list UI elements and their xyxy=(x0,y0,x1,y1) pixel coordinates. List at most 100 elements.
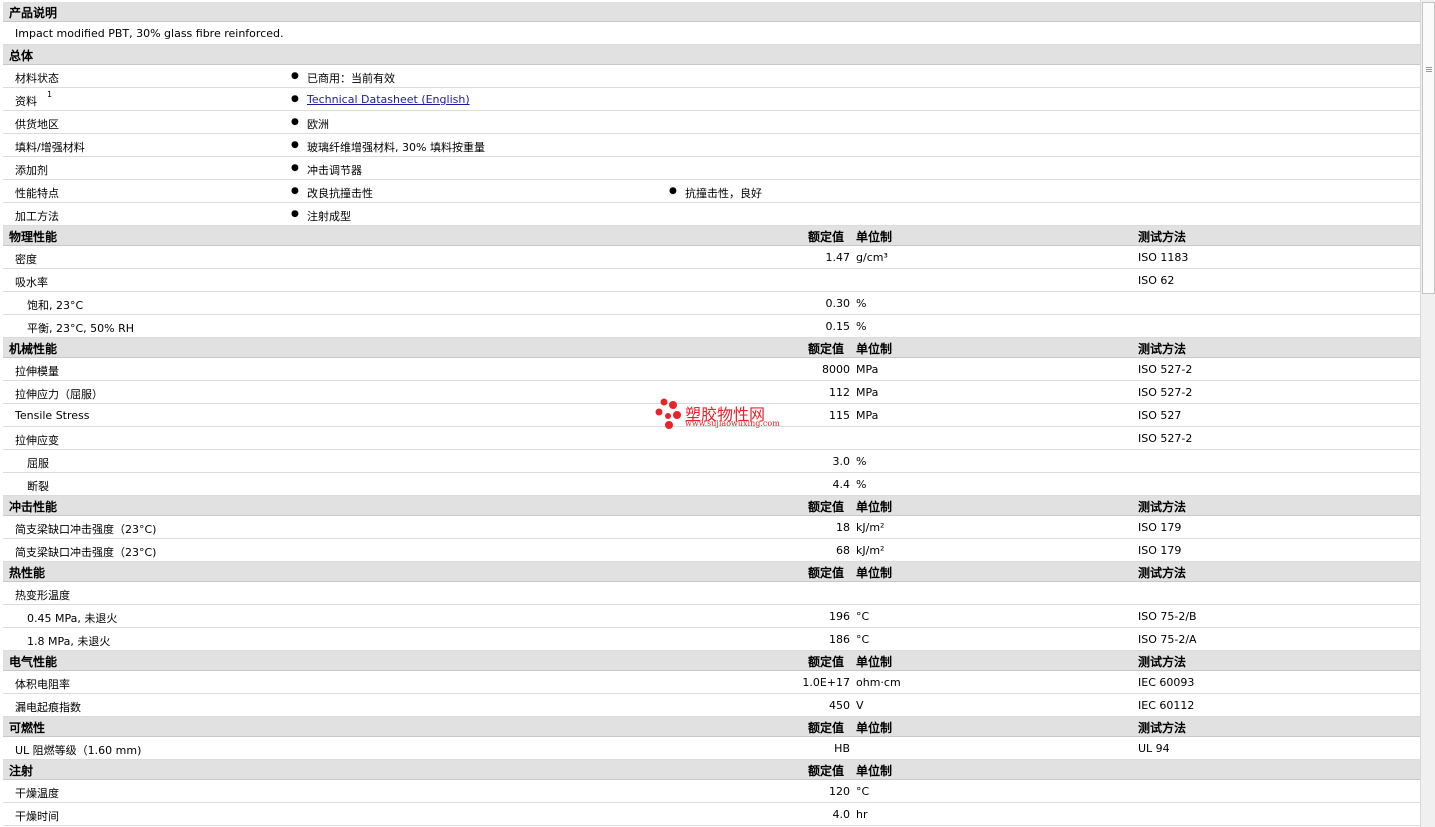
test-method: ISO 179 xyxy=(1138,521,1182,534)
section-title: 电气性能 xyxy=(9,655,58,669)
property-value: 1.0E+17 xyxy=(802,676,850,689)
test-method: UL 94 xyxy=(1138,742,1170,755)
property-name: 添加剂 xyxy=(15,164,48,177)
general-row: 添加剂 ● 冲击调节器 xyxy=(3,157,1421,180)
bullet-icon: ● xyxy=(291,163,299,173)
test-method: ISO 527-2 xyxy=(1138,432,1193,445)
property-name: 漏电起痕指数 xyxy=(15,701,81,714)
watermark-logo-icon xyxy=(655,398,681,429)
grip-line xyxy=(1426,71,1432,72)
column-header-value: 额定值 xyxy=(808,566,845,580)
property-name: 0.45 MPa, 未退火 xyxy=(27,612,118,625)
column-header-unit: 单位制 xyxy=(856,230,893,244)
property-value: 玻璃纤维增强材料, 30% 填料按重量 xyxy=(307,141,485,154)
test-method: ISO 527-2 xyxy=(1138,386,1193,399)
test-method: ISO 527-2 xyxy=(1138,363,1193,376)
general-row: 供货地区 ● 欧洲 xyxy=(3,111,1421,134)
column-header-unit: 单位制 xyxy=(856,721,893,735)
column-header-value: 额定值 xyxy=(808,721,845,735)
property-name: 加工方法 xyxy=(15,210,59,223)
section-header: 热性能 额定值 单位制 测试方法 xyxy=(3,562,1421,582)
property-unit: % xyxy=(856,320,867,333)
section-title: 热性能 xyxy=(9,566,46,580)
property-name: 体积电阻率 xyxy=(15,678,70,691)
property-name: 吸水率 xyxy=(15,276,48,289)
bullet-icon: ● xyxy=(669,186,677,196)
bullet-icon: ● xyxy=(291,94,299,104)
property-unit: % xyxy=(856,297,867,310)
property-sections: 物理性能 额定值 单位制 测试方法 密度 1.47 g/cm³ ISO 1183 吸水率 ISO … xyxy=(3,226,1421,826)
property-value: 4.0 xyxy=(832,808,851,821)
scrollbar-thumb[interactable] xyxy=(1422,2,1435,294)
property-row: 断裂 4.4% xyxy=(3,473,1421,496)
column-header-value: 额定值 xyxy=(808,230,845,244)
column-header-test: 测试方法 xyxy=(1138,342,1187,356)
property-row: 0.45 MPa, 未退火 196 °C ISO 75-2/B xyxy=(3,605,1421,628)
property-name: 供货地区 xyxy=(15,118,59,131)
property-row: 吸水率 ISO 62 xyxy=(3,269,1421,292)
property-name: 填料/增强材料 xyxy=(15,141,85,154)
column-header-value: 额定值 xyxy=(808,500,845,514)
property-name: 屈服 xyxy=(27,457,49,470)
section-header-description: 产品说明 xyxy=(3,2,1421,22)
property-name: 饱和, 23°C xyxy=(27,299,84,312)
property-row: 1.8 MPa, 未退火 186 °C ISO 75-2/A xyxy=(3,628,1421,651)
test-method: ISO 75-2/B xyxy=(1138,610,1197,623)
property-row: 屈服 3.0% xyxy=(3,450,1421,473)
test-method: ISO 527 xyxy=(1138,409,1182,422)
test-method: ISO 75-2/A xyxy=(1138,633,1197,646)
section-header: 物理性能 额定值 单位制 测试方法 xyxy=(3,226,1421,246)
general-row: 资料 1 ● Technical Datasheet (English) xyxy=(3,88,1421,111)
property-value: 冲击调节器 xyxy=(307,164,362,177)
property-name: 简支梁缺口冲击强度（23°C) xyxy=(15,546,157,559)
property-value: 欧洲 xyxy=(307,118,329,131)
general-row: 性能特点 ● 改良抗撞击性 ● 抗撞击性，良好 xyxy=(3,180,1421,203)
property-unit: MPa xyxy=(856,409,879,422)
property-value: 0.30 xyxy=(825,297,851,310)
section-title: 可燃性 xyxy=(9,721,46,735)
property-value: 3.0 xyxy=(832,455,851,468)
property-value: 196 xyxy=(829,610,850,623)
section-title: 注射 xyxy=(9,764,34,778)
property-value: 120 xyxy=(829,785,850,798)
section-title: 机械性能 xyxy=(9,342,58,356)
property-value: 68 xyxy=(836,544,850,557)
property-unit: ohm·cm xyxy=(856,676,901,689)
grip-line xyxy=(1426,69,1432,70)
property-name: 热变形温度 xyxy=(15,589,70,602)
property-row: 饱和, 23°C 0.30% xyxy=(3,292,1421,315)
vertical-scrollbar[interactable] xyxy=(1420,0,1435,827)
property-name: 干燥时间 xyxy=(15,810,59,823)
property-name: 材料状态 xyxy=(15,72,59,85)
section-title: 总体 xyxy=(9,49,34,63)
column-header-test: 测试方法 xyxy=(1138,230,1187,244)
section-title: 冲击性能 xyxy=(9,500,58,514)
section-title: 物理性能 xyxy=(9,230,58,244)
property-unit: °C xyxy=(856,633,870,646)
description-row: Impact modified PBT, 30% glass fibre rei… xyxy=(3,22,1421,45)
property-name: 断裂 xyxy=(27,480,49,493)
test-method: IEC 60112 xyxy=(1138,699,1195,712)
column-header-unit: 单位制 xyxy=(856,764,893,778)
datasheet-link[interactable]: Technical Datasheet (English) xyxy=(307,93,470,106)
property-row: 漏电起痕指数 450 V IEC 60112 xyxy=(3,694,1421,717)
property-value: 已商用：当前有效 xyxy=(307,72,395,85)
property-name: 拉伸应变 xyxy=(15,434,59,447)
general-rows: 材料状态 ● 已商用：当前有效 资料 1 ● Technical Datasheet (En… xyxy=(3,65,1421,226)
test-method: ISO 1183 xyxy=(1138,251,1189,264)
property-value: 注射成型 xyxy=(307,210,351,223)
section-header: 电气性能 额定值 单位制 测试方法 xyxy=(3,651,1421,671)
property-row: 密度 1.47 g/cm³ ISO 1183 xyxy=(3,246,1421,269)
column-header-test: 测试方法 xyxy=(1138,500,1187,514)
property-row: UL 阻燃等级（1.60 mm) HB UL 94 xyxy=(3,737,1421,760)
property-value: 8000 xyxy=(822,363,850,376)
column-header-unit: 单位制 xyxy=(856,655,893,669)
column-header-value: 额定值 xyxy=(808,342,845,356)
property-value: 112 xyxy=(829,386,850,399)
column-header-unit: 单位制 xyxy=(856,500,893,514)
test-method: IEC 60093 xyxy=(1138,676,1195,689)
property-unit: kJ/m² xyxy=(856,544,885,557)
property-unit: % xyxy=(856,455,867,468)
property-row: 干燥时间 4.0 hr xyxy=(3,803,1421,826)
property-value: 4.4 xyxy=(832,478,851,491)
